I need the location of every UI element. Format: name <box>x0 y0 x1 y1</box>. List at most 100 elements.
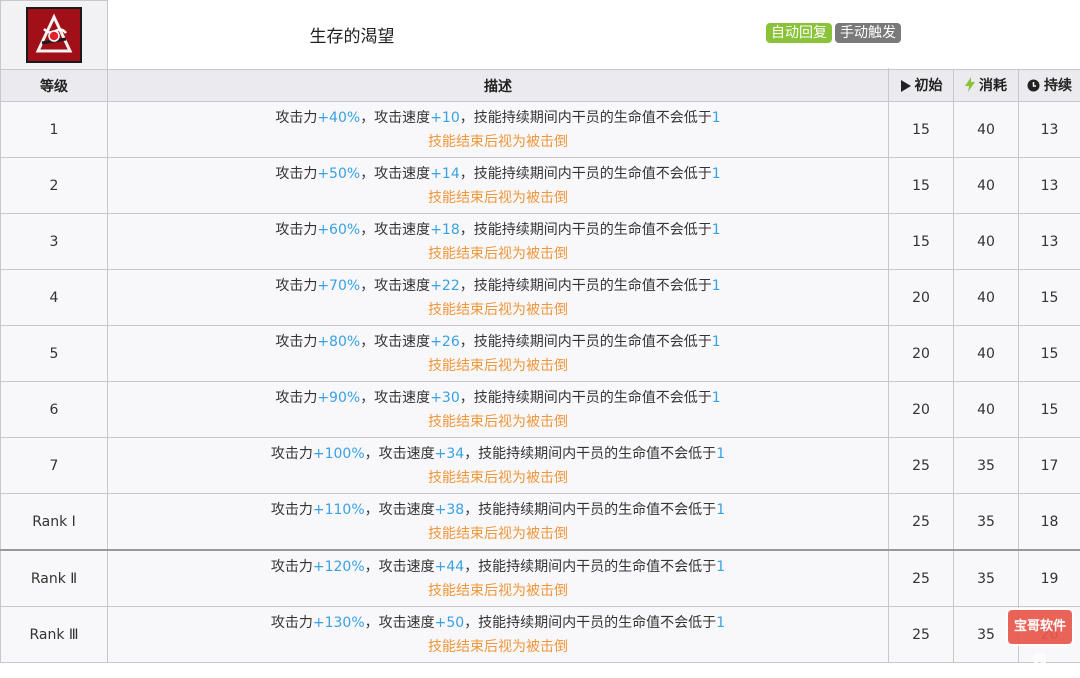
effect-text: 攻击力+100%，攻击速度+34，技能持续期间内干员的生命值不会低于1 <box>108 442 888 466</box>
atk-value: +70% <box>317 278 360 294</box>
initial-sp-cell: 15 <box>889 102 954 158</box>
sp-cost-cell: 35 <box>954 438 1019 494</box>
trigger-type-tag: 手动触发 <box>835 23 901 43</box>
hp-min-value: 1 <box>712 278 721 294</box>
sp-cost-cell: 35 <box>954 550 1019 607</box>
clock-icon <box>1027 79 1040 96</box>
level-cell: 7 <box>1 438 108 494</box>
effect-text: 攻击力+120%，攻击速度+44，技能持续期间内干员的生命值不会低于1 <box>108 555 888 579</box>
skill-name-area: 生存的渴望 <box>107 0 596 68</box>
initial-sp-cell: 20 <box>889 270 954 326</box>
aspd-label: ，攻击速度 <box>360 334 430 350</box>
initial-sp-cell: 25 <box>889 550 954 607</box>
effect-note: 技能结束后视为被击倒 <box>108 410 888 434</box>
sp-cost-cell: 40 <box>954 158 1019 214</box>
aspd-label: ，攻击速度 <box>360 110 430 126</box>
hp-min-value: 1 <box>716 446 725 462</box>
watermark-logo: 宝哥软件园 <box>1008 610 1072 644</box>
header-initial: 初始 <box>889 70 954 102</box>
level-cell: 4 <box>1 270 108 326</box>
effect-label: ，技能持续期间内干员的生命值不会低于 <box>460 390 712 406</box>
header-level: 等级 <box>1 70 108 102</box>
table-row: 3攻击力+60%，攻击速度+18，技能持续期间内干员的生命值不会低于1技能结束后… <box>1 214 1080 270</box>
description-cell: 攻击力+110%，攻击速度+38，技能持续期间内干员的生命值不会低于1技能结束后… <box>108 494 889 551</box>
level-cell: Rank Ⅱ <box>1 550 108 607</box>
duration-cell: 13 <box>1019 158 1080 214</box>
level-table: 等级 描述 初始 消耗 持续 1攻击力+40%，攻击速度+10，技能持续期间内干… <box>0 69 1080 663</box>
atk-label: 攻击力 <box>275 222 317 238</box>
hp-min-value: 1 <box>712 390 721 406</box>
table-row: 2攻击力+50%，攻击速度+14，技能持续期间内干员的生命值不会低于1技能结束后… <box>1 158 1080 214</box>
aspd-label: ，攻击速度 <box>365 559 435 575</box>
aspd-label: ，攻击速度 <box>365 615 435 631</box>
initial-sp-cell: 15 <box>889 158 954 214</box>
effect-text: 攻击力+70%，攻击速度+22，技能持续期间内干员的生命值不会低于1 <box>108 274 888 298</box>
aspd-value: +34 <box>435 446 465 462</box>
aspd-value: +38 <box>435 502 465 518</box>
atk-value: +60% <box>317 222 360 238</box>
initial-sp-cell: 25 <box>889 494 954 551</box>
atk-label: 攻击力 <box>275 278 317 294</box>
initial-sp-cell: 20 <box>889 382 954 438</box>
table-row: 7攻击力+100%，攻击速度+34，技能持续期间内干员的生命值不会低于1技能结束… <box>1 438 1080 494</box>
sp-type-tag: 自动回复 <box>766 23 832 43</box>
skill-icon-cell <box>1 1 108 70</box>
table-row: 6攻击力+90%，攻击速度+30，技能持续期间内干员的生命值不会低于1技能结束后… <box>1 382 1080 438</box>
aspd-label: ，攻击速度 <box>360 166 430 182</box>
table-row: 4攻击力+70%，攻击速度+22，技能持续期间内干员的生命值不会低于1技能结束后… <box>1 270 1080 326</box>
atk-label: 攻击力 <box>275 390 317 406</box>
aspd-value: +30 <box>430 390 460 406</box>
aspd-label: ，攻击速度 <box>360 390 430 406</box>
aspd-value: +26 <box>430 334 460 350</box>
aspd-value: +18 <box>430 222 460 238</box>
level-cell: 5 <box>1 326 108 382</box>
header-cost: 消耗 <box>954 70 1019 102</box>
aspd-value: +44 <box>435 559 465 575</box>
duration-cell: 18 <box>1019 494 1080 551</box>
aspd-value: +50 <box>435 615 465 631</box>
atk-label: 攻击力 <box>275 334 317 350</box>
atk-value: +50% <box>317 166 360 182</box>
sp-cost-cell: 40 <box>954 382 1019 438</box>
atk-value: +130% <box>313 615 365 631</box>
initial-sp-cell: 20 <box>889 326 954 382</box>
skill-tags-area: 自动回复手动触发 <box>595 0 1080 68</box>
aspd-label: ，攻击速度 <box>360 278 430 294</box>
aspd-label: ，攻击速度 <box>365 446 435 462</box>
hp-min-value: 1 <box>712 110 721 126</box>
duration-cell: 13 <box>1019 214 1080 270</box>
atk-value: +110% <box>313 502 365 518</box>
effect-label: ，技能持续期间内干员的生命值不会低于 <box>464 615 716 631</box>
sp-cost-cell: 40 <box>954 270 1019 326</box>
effect-note: 技能结束后视为被击倒 <box>108 298 888 322</box>
effect-note: 技能结束后视为被击倒 <box>108 635 888 659</box>
duration-cell: 15 <box>1019 382 1080 438</box>
effect-text: 攻击力+90%，攻击速度+30，技能持续期间内干员的生命值不会低于1 <box>108 386 888 410</box>
initial-sp-cell: 15 <box>889 214 954 270</box>
level-cell: 2 <box>1 158 108 214</box>
effect-note: 技能结束后视为被击倒 <box>108 130 888 154</box>
description-cell: 攻击力+40%，攻击速度+10，技能持续期间内干员的生命值不会低于1技能结束后视… <box>108 102 889 158</box>
atk-value: +120% <box>313 559 365 575</box>
description-cell: 攻击力+70%，攻击速度+22，技能持续期间内干员的生命值不会低于1技能结束后视… <box>108 270 889 326</box>
initial-sp-cell: 25 <box>889 438 954 494</box>
hp-min-value: 1 <box>712 222 721 238</box>
aspd-value: +14 <box>430 166 460 182</box>
table-row: Rank Ⅱ攻击力+120%，攻击速度+44，技能持续期间内干员的生命值不会低于… <box>1 550 1080 607</box>
atk-value: +40% <box>317 110 360 126</box>
sp-cost-cell: 40 <box>954 326 1019 382</box>
description-cell: 攻击力+100%，攻击速度+34，技能持续期间内干员的生命值不会低于1技能结束后… <box>108 438 889 494</box>
atk-label: 攻击力 <box>271 502 313 518</box>
aspd-value: +10 <box>430 110 460 126</box>
effect-label: ，技能持续期间内干员的生命值不会低于 <box>460 166 712 182</box>
level-cell: Rank Ⅲ <box>1 607 108 663</box>
skill-name-display: 生存的渴望 <box>310 22 395 47</box>
duration-cell: 17 <box>1019 438 1080 494</box>
aspd-label: ，攻击速度 <box>365 502 435 518</box>
effect-note: 技能结束后视为被击倒 <box>108 186 888 210</box>
atk-value: +80% <box>317 334 360 350</box>
effect-text: 攻击力+40%，攻击速度+10，技能持续期间内干员的生命值不会低于1 <box>108 106 888 130</box>
sp-cost-cell: 40 <box>954 102 1019 158</box>
table-row: Rank Ⅰ攻击力+110%，攻击速度+38，技能持续期间内干员的生命值不会低于… <box>1 494 1080 551</box>
play-icon <box>900 80 911 96</box>
